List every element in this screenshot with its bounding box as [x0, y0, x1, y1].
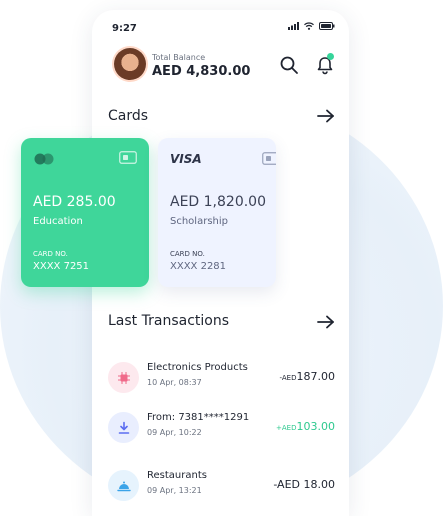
battery-icon — [319, 22, 335, 30]
visa-logo: VISA — [170, 152, 202, 166]
transaction-amount: -AED187.00 — [280, 370, 335, 383]
cards-section-title: Cards — [108, 108, 149, 124]
total-balance-label: Total Balance — [152, 53, 206, 62]
transaction-amount: -AED 18.00 — [273, 478, 335, 491]
notification-dot — [327, 53, 334, 60]
total-balance-value: AED 4,830.00 — [152, 64, 251, 79]
status-icons — [288, 22, 335, 30]
transaction-date: 09 Apr, 13:21 — [147, 486, 202, 495]
card-number-label: CARD NO. — [33, 250, 68, 258]
transaction-icon-wrap — [108, 362, 139, 393]
card-category: Education — [33, 216, 83, 227]
transaction-date: 09 Apr, 10:22 — [147, 428, 202, 437]
card-scholarship[interactable]: VISA AED 1,820.00 Scholarship CARD NO. X… — [158, 138, 276, 287]
search-icon[interactable] — [279, 55, 299, 75]
wifi-icon — [304, 22, 314, 30]
status-time: 9:27 — [112, 23, 137, 34]
cards-arrow-right-icon[interactable] — [317, 109, 335, 123]
transaction-icon-wrap — [108, 412, 139, 443]
avatar[interactable] — [114, 48, 146, 80]
transaction-amount-value: 103.00 — [296, 420, 336, 433]
transaction-icon-wrap — [108, 470, 139, 501]
signal-icon — [288, 22, 299, 30]
card-number-label: CARD NO. — [170, 250, 205, 258]
download-icon — [118, 421, 129, 434]
card-number: XXXX 2281 — [170, 261, 227, 272]
transaction-row[interactable]: Restaurants 09 Apr, 13:21 -AED 18.00 — [92, 468, 349, 508]
chip-icon — [117, 371, 130, 384]
transactions-section-title: Last Transactions — [108, 313, 229, 329]
card-education[interactable]: AED 285.00 Education CARD NO. XXXX 7251 — [21, 138, 149, 287]
card-amount: AED 1,820.00 — [170, 194, 266, 210]
transaction-row[interactable]: Electronics Products 10 Apr, 08:37 -AED1… — [92, 360, 349, 400]
transaction-amount-value: 18.00 — [303, 478, 336, 491]
card-chip-icon — [262, 152, 276, 165]
transaction-name: Electronics Products — [147, 362, 248, 373]
transaction-name: Restaurants — [147, 470, 207, 481]
transactions-arrow-right-icon[interactable] — [317, 315, 335, 329]
food-cover-icon — [116, 481, 131, 491]
transaction-name: From: 7381****1291 — [147, 412, 250, 423]
card-amount: AED 285.00 — [33, 194, 116, 210]
transaction-date: 10 Apr, 08:37 — [147, 378, 202, 387]
transaction-amount: +AED103.00 — [276, 420, 335, 433]
card-category: Scholarship — [170, 216, 228, 227]
transaction-row[interactable]: From: 7381****1291 09 Apr, 10:22 +AED103… — [92, 410, 349, 450]
transaction-currency: -AED — [279, 374, 297, 382]
transaction-amount-value: 187.00 — [296, 370, 336, 383]
transaction-currency: +AED — [276, 424, 297, 432]
transaction-currency: -AED — [273, 478, 304, 491]
card-chip-icon — [119, 151, 137, 164]
card-number: XXXX 7251 — [33, 261, 90, 272]
mastercard-logo-icon — [34, 153, 54, 165]
